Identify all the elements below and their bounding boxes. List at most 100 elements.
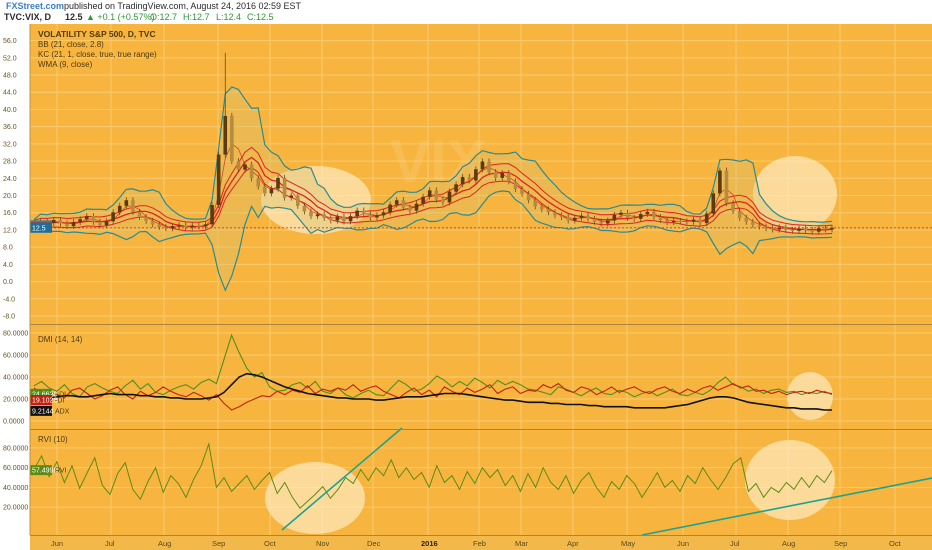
rvi-value-tag-text: 57.4999 bbox=[32, 468, 57, 475]
price-panel-title: VOLATILITY S&P 500, D, TVC bbox=[38, 29, 156, 39]
candle-body bbox=[566, 217, 570, 221]
candle-body bbox=[751, 221, 755, 225]
candle-body bbox=[540, 206, 544, 210]
candle-body bbox=[157, 224, 162, 227]
candle-body bbox=[447, 191, 452, 203]
chart-svg: FXStreet.com published on TradingView.co… bbox=[3, 1, 932, 550]
candle-body bbox=[671, 220, 676, 223]
candle bbox=[711, 190, 716, 217]
candle-body bbox=[309, 211, 313, 217]
candle-body bbox=[507, 173, 511, 182]
candle-body bbox=[770, 228, 775, 230]
bb-indicator-label[interactable]: BB (21, close, 2.8) bbox=[38, 40, 104, 49]
candle-body bbox=[348, 216, 353, 222]
candle-body bbox=[823, 228, 828, 230]
candle-body bbox=[355, 210, 359, 217]
candle-body bbox=[98, 221, 102, 226]
dmi-value-tag-text: 9.2144 bbox=[32, 408, 54, 415]
candle-body bbox=[302, 205, 307, 212]
chart-header: FXStreet.com published on TradingView.co… bbox=[4, 1, 301, 22]
candle-body bbox=[546, 209, 551, 213]
candle-body bbox=[427, 190, 432, 197]
candle-body bbox=[342, 216, 346, 222]
highlight-ellipse bbox=[787, 372, 833, 420]
kc-indicator-label[interactable]: KC (21, 1, close, true, true range) bbox=[38, 50, 157, 59]
y-tick-label: 60.0000 bbox=[3, 465, 28, 472]
candle-body bbox=[150, 220, 155, 225]
x-tick-label: May bbox=[621, 539, 635, 548]
candle bbox=[210, 201, 214, 228]
x-tick-label: Aug bbox=[782, 539, 795, 548]
dmi-value-tags: 24.6626+DI19.1023-DI9.2144 ADX bbox=[30, 388, 70, 416]
candle-body bbox=[388, 204, 392, 213]
dmi-panel[interactable]: 80.0000 60.0000 40.0000 20.0000 0.0000 DMI (… bbox=[3, 325, 932, 429]
candle-body bbox=[183, 225, 188, 228]
rvi-panel[interactable]: 80.0000 60.0000 40.0000 20.0000 RVI (10) 57… bbox=[3, 427, 932, 536]
open-value: O:12.7 bbox=[150, 12, 177, 22]
candle-body bbox=[368, 214, 373, 218]
candle-body bbox=[467, 177, 472, 181]
candle-body bbox=[810, 229, 815, 232]
candle-body bbox=[724, 170, 729, 204]
candle-body bbox=[65, 223, 69, 227]
candle bbox=[724, 167, 729, 207]
x-tick-label: 2016 bbox=[421, 539, 438, 548]
candle-body bbox=[282, 177, 287, 198]
wma-indicator-label[interactable]: WMA (9, close) bbox=[38, 60, 93, 69]
y-tick-label: -4.0 bbox=[3, 296, 15, 303]
candle-body bbox=[685, 221, 689, 223]
candle-body bbox=[276, 177, 280, 189]
brand-label[interactable]: FXStreet.com bbox=[6, 1, 64, 11]
candle-body bbox=[111, 212, 115, 222]
candle-body bbox=[203, 224, 208, 227]
y-tick-label: 0.0000 bbox=[3, 419, 25, 426]
candle-body bbox=[401, 200, 406, 208]
x-tick-label: Jun bbox=[51, 539, 63, 548]
candle bbox=[230, 112, 234, 165]
x-tick-label: Jul bbox=[730, 539, 740, 548]
candle-body bbox=[117, 205, 122, 213]
candle-body bbox=[335, 216, 340, 221]
candle-body bbox=[236, 161, 241, 170]
candle-body bbox=[104, 221, 109, 226]
x-tick-label: Sep bbox=[212, 539, 225, 548]
y-tick-label: 12.0 bbox=[3, 227, 17, 234]
x-tick-label: Oct bbox=[264, 539, 277, 548]
candle-body bbox=[711, 193, 716, 214]
candle-body bbox=[269, 188, 274, 194]
rvi-panel-title[interactable]: RVI (10) bbox=[38, 435, 68, 444]
candle-body bbox=[394, 200, 399, 205]
candle-body bbox=[421, 196, 425, 204]
candle-body bbox=[592, 218, 597, 222]
candle-body bbox=[177, 225, 181, 227]
dmi-value-tag-text: 19.1023 bbox=[32, 397, 57, 404]
y-tick-label: 8.0 bbox=[3, 245, 13, 252]
x-tick-label: Dec bbox=[367, 539, 381, 548]
y-tick-label: 48.0 bbox=[3, 73, 17, 80]
candle-body bbox=[744, 217, 749, 222]
close-value: C:12.5 bbox=[247, 12, 274, 22]
dmi-axis-ticks: 80.0000 60.0000 40.0000 20.0000 0.0000 bbox=[3, 331, 28, 426]
candle-body bbox=[526, 193, 531, 201]
candle-body bbox=[520, 189, 524, 194]
candle-body bbox=[579, 215, 584, 218]
candle-body bbox=[91, 216, 96, 222]
dmi-series-name: -DI bbox=[55, 397, 64, 404]
dmi-panel-title[interactable]: DMI (14, 14) bbox=[38, 335, 83, 344]
candle-body bbox=[263, 186, 267, 194]
candle-body bbox=[249, 164, 254, 179]
candle-body bbox=[718, 170, 722, 194]
candle-body bbox=[58, 220, 63, 224]
x-tick-label: Jul bbox=[105, 539, 115, 548]
candle-body bbox=[381, 212, 386, 216]
candle-body bbox=[434, 190, 439, 200]
published-label: published on TradingView.com, August 24,… bbox=[64, 1, 301, 11]
price-panel[interactable]: VIX 56.052.048.044.040.036.032.028.024.0… bbox=[3, 24, 932, 324]
y-tick-label: 20.0000 bbox=[3, 505, 28, 512]
y-tick-label: 44.0 bbox=[3, 90, 17, 97]
candle-body bbox=[474, 169, 478, 181]
candle-body bbox=[605, 220, 610, 224]
y-tick-label: 0.0 bbox=[3, 279, 13, 286]
y-tick-label: 40.0000 bbox=[3, 485, 28, 492]
candle-body bbox=[665, 220, 669, 223]
